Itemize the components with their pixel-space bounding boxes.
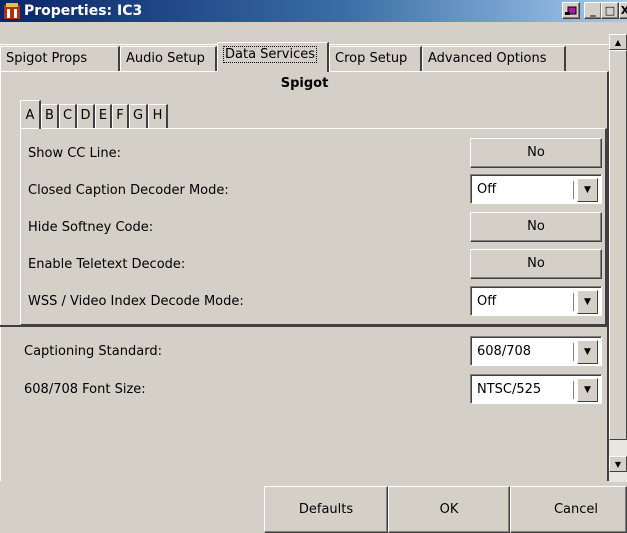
subtab-label: B	[45, 108, 54, 123]
subtab-e[interactable]: E	[95, 104, 112, 129]
tab-label: Crop Setup	[335, 51, 408, 66]
captioning-standard-select[interactable]: 608/708 ▼	[470, 336, 602, 366]
show-cc-line-button[interactable]: No	[470, 138, 602, 168]
subtab-label: C	[62, 108, 73, 123]
tab-spigot-props[interactable]: Spigot Props	[0, 46, 120, 72]
subtab-a[interactable]: A	[20, 100, 41, 129]
tab-crop-setup[interactable]: Crop Setup	[329, 46, 422, 72]
scroll-down-button[interactable]: ▼	[609, 456, 627, 472]
section-title: Spigot	[280, 76, 329, 91]
subtab-g[interactable]: G	[129, 104, 148, 129]
chevron-down-icon[interactable]: ▼	[577, 378, 598, 402]
select-value: Off	[477, 294, 497, 309]
select-value: NTSC/525	[477, 382, 542, 397]
wss-decode-mode-select[interactable]: Off ▼	[470, 286, 602, 316]
subtab-b[interactable]: B	[41, 104, 59, 129]
vertical-scrollbar[interactable]: ▲ ▼	[609, 34, 627, 482]
tab-advanced-options[interactable]: Advanced Options	[422, 46, 566, 72]
window-title: Properties: IC3	[24, 3, 143, 19]
subtab-c[interactable]: C	[59, 104, 77, 129]
select-value: Off	[477, 182, 497, 197]
close-button[interactable]: X	[619, 2, 627, 19]
tab-label: Data Services	[223, 46, 317, 63]
button-value: No	[527, 256, 545, 271]
defaults-button[interactable]: Defaults	[264, 486, 388, 533]
enable-teletext-button[interactable]: No	[470, 249, 602, 279]
subtab-f[interactable]: F	[112, 104, 129, 129]
maximize-button[interactable]: □	[601, 2, 619, 19]
tab-audio-setup[interactable]: Audio Setup	[120, 46, 217, 72]
select-separator	[573, 381, 574, 399]
enable-teletext-label: Enable Teletext Decode:	[28, 257, 186, 272]
subtab-label: E	[98, 108, 108, 123]
app-icon	[4, 3, 20, 19]
restore-button[interactable]	[562, 2, 580, 19]
arrow-down-icon: ▼	[614, 459, 622, 469]
ok-button[interactable]: OK	[388, 486, 510, 533]
close-icon: X	[620, 4, 627, 17]
arrow-up-icon: ▲	[614, 37, 622, 47]
chevron-down-icon[interactable]: ▼	[577, 290, 598, 314]
select-value: 608/708	[477, 344, 532, 359]
minimize-icon: _	[590, 4, 596, 17]
button-value: No	[527, 145, 545, 160]
minimize-button[interactable]: _	[584, 2, 602, 19]
subtab-h[interactable]: H	[148, 104, 168, 129]
wss-decode-mode-label: WSS / Video Index Decode Mode:	[28, 294, 244, 309]
maximize-icon: □	[604, 4, 616, 17]
chevron-down-icon[interactable]: ▼	[577, 178, 598, 202]
cc-decoder-mode-label: Closed Caption Decoder Mode:	[28, 183, 229, 198]
scroll-up-button[interactable]: ▲	[609, 34, 627, 50]
select-separator	[573, 293, 574, 311]
tab-label: Spigot Props	[6, 51, 88, 66]
tab-label: Advanced Options	[428, 51, 547, 66]
font-size-label: 608/708 Font Size:	[24, 382, 146, 397]
select-separator	[573, 181, 574, 199]
subtab-label: G	[132, 108, 144, 123]
restore-icon	[565, 6, 577, 15]
title-bar[interactable]: Properties: IC3 _ □ X	[0, 0, 627, 22]
tab-data-services[interactable]: Data Services	[217, 42, 329, 72]
tab-label: Audio Setup	[126, 51, 205, 66]
scroll-thumb[interactable]	[609, 50, 627, 440]
cc-decoder-mode-select[interactable]: Off ▼	[470, 174, 602, 204]
subtab-d[interactable]: D	[77, 104, 95, 129]
chevron-down-icon[interactable]: ▼	[577, 340, 598, 364]
button-label: Defaults	[298, 502, 354, 517]
show-cc-line-label: Show CC Line:	[28, 146, 121, 161]
cancel-button[interactable]: Cancel	[510, 486, 627, 533]
hide-softney-code-button[interactable]: No	[470, 212, 602, 242]
button-label: OK	[439, 502, 459, 517]
subtab-label: A	[25, 108, 35, 123]
captioning-standard-label: Captioning Standard:	[24, 344, 162, 359]
subtab-label: D	[80, 108, 91, 123]
hide-softney-code-label: Hide Softney Code:	[28, 220, 154, 235]
section-divider	[0, 325, 609, 327]
font-size-select[interactable]: NTSC/525 ▼	[470, 374, 602, 404]
button-label: Cancel	[553, 502, 598, 517]
subtab-label: F	[116, 108, 124, 123]
select-separator	[573, 343, 574, 361]
button-value: No	[527, 219, 545, 234]
subtab-label: H	[152, 108, 163, 123]
